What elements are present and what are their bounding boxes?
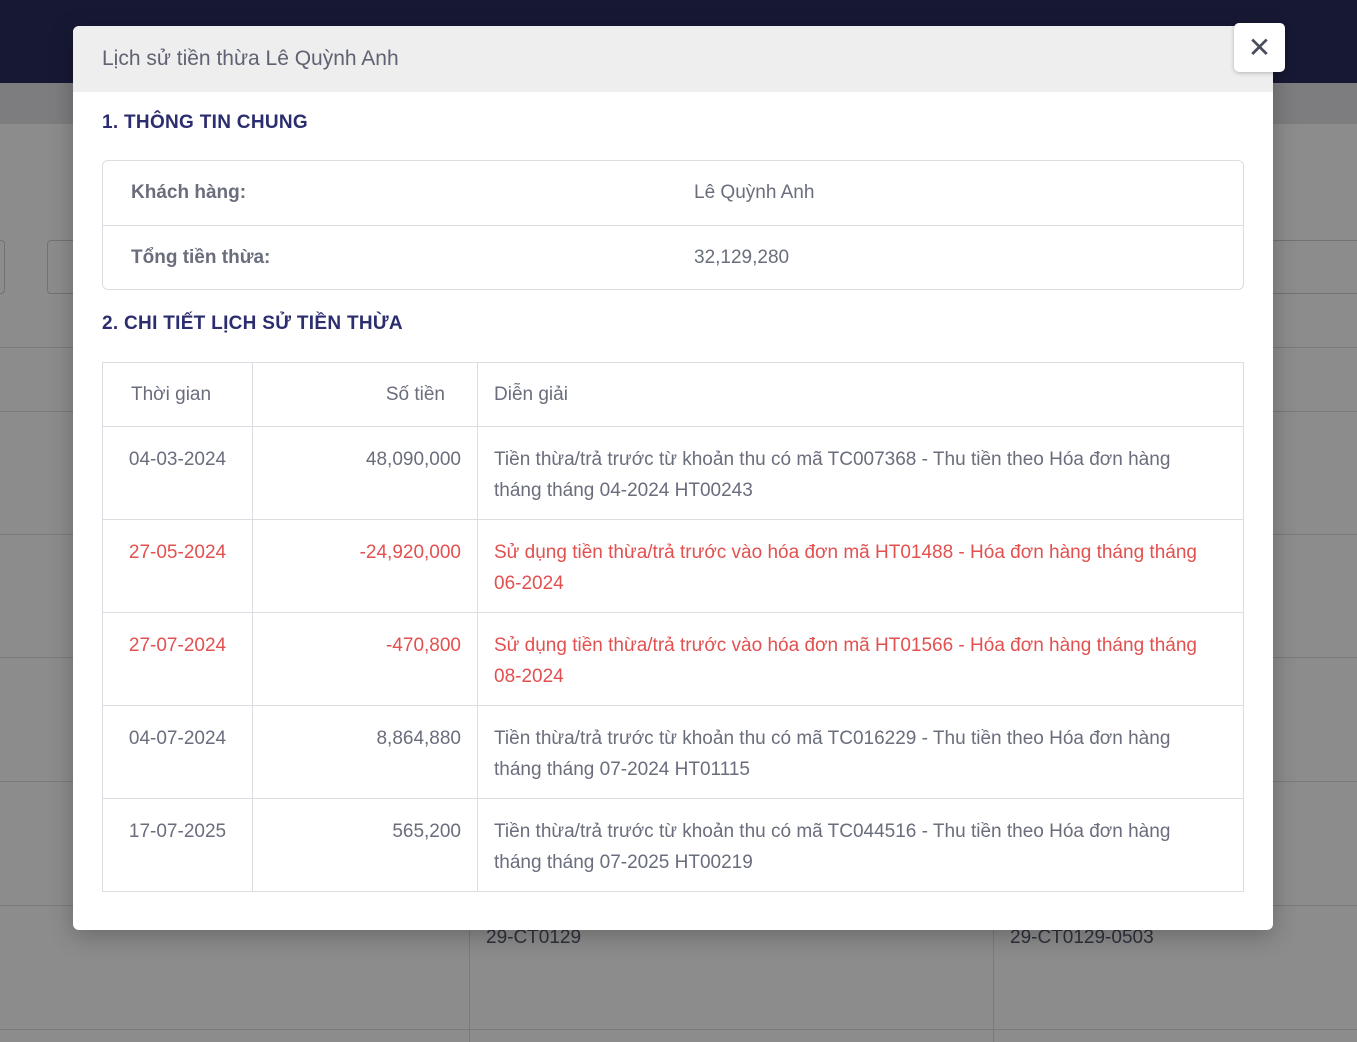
table-row: 17-07-2025 565,200 Tiền thừa/trả trước t… — [102, 798, 1244, 892]
row-amount: 8,864,880 — [252, 705, 478, 799]
row-time: 27-07-2024 — [102, 612, 253, 706]
total-surplus-value: 32,129,280 — [694, 246, 790, 268]
row-description: Tiền thừa/trả trước từ khoản thu có mã T… — [477, 798, 1244, 892]
section-general-info-title: 1. THÔNG TIN CHUNG — [102, 112, 308, 133]
row-amount: -470,800 — [252, 612, 478, 706]
table-row: 27-05-2024 -24,920,000 Sử dụng tiền thừa… — [102, 519, 1244, 613]
surplus-history-modal: Lịch sử tiền thừa Lê Quỳnh Anh 1. THÔNG … — [73, 26, 1273, 930]
row-description: Tiền thừa/trả trước từ khoản thu có mã T… — [477, 705, 1244, 799]
info-row-customer: Khách hàng: Lê Quỳnh Anh — [103, 161, 1243, 225]
total-surplus-label: Tổng tiền thừa: — [131, 246, 271, 268]
customer-value: Lê Quỳnh Anh — [694, 182, 815, 203]
row-time: 17-07-2025 — [102, 798, 253, 892]
row-time: 04-07-2024 — [102, 705, 253, 799]
close-button[interactable]: ✕ — [1234, 23, 1285, 72]
modal-title: Lịch sử tiền thừa Lê Quỳnh Anh — [102, 47, 399, 70]
close-icon: ✕ — [1247, 31, 1272, 63]
row-amount: -24,920,000 — [252, 519, 478, 613]
column-header-description: Diễn giải — [477, 362, 1244, 427]
row-time: 27-05-2024 — [102, 519, 253, 613]
column-header-amount: Số tiền — [252, 362, 478, 427]
column-header-time: Thời gian — [102, 362, 253, 427]
row-amount: 48,090,000 — [252, 426, 478, 520]
info-row-total-surplus: Tổng tiền thừa: 32,129,280 — [103, 225, 1243, 289]
row-description: Tiền thừa/trả trước từ khoản thu có mã T… — [477, 426, 1244, 520]
section-history-detail-title: 2. CHI TIẾT LỊCH SỬ TIỀN THỪA — [102, 313, 403, 334]
general-info-table: Khách hàng: Lê Quỳnh Anh Tổng tiền thừa:… — [102, 160, 1244, 290]
surplus-history-table: Thời gian Số tiền Diễn giải 04-03-2024 4… — [102, 362, 1244, 892]
row-amount: 565,200 — [252, 798, 478, 892]
table-header-row: Thời gian Số tiền Diễn giải — [102, 362, 1244, 427]
row-description: Sử dụng tiền thừa/trả trước vào hóa đơn … — [477, 519, 1244, 613]
row-time: 04-03-2024 — [102, 426, 253, 520]
row-description: Sử dụng tiền thừa/trả trước vào hóa đơn … — [477, 612, 1244, 706]
customer-label: Khách hàng: — [131, 182, 247, 203]
table-row: 04-03-2024 48,090,000 Tiền thừa/trả trướ… — [102, 426, 1244, 520]
table-row: 04-07-2024 8,864,880 Tiền thừa/trả trước… — [102, 705, 1244, 799]
modal-header: Lịch sử tiền thừa Lê Quỳnh Anh — [73, 26, 1273, 92]
table-row: 27-07-2024 -470,800 Sử dụng tiền thừa/tr… — [102, 612, 1244, 706]
